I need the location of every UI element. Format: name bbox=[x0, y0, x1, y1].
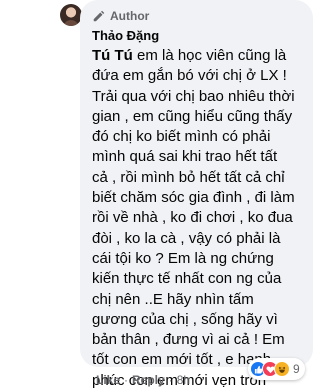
timestamp[interactable]: 8h bbox=[177, 373, 190, 387]
pencil-icon bbox=[93, 10, 105, 22]
comment-actions: Like · Reply · 8h bbox=[96, 373, 190, 387]
haha-icon bbox=[274, 361, 290, 377]
mention-link[interactable]: Tú Tú bbox=[92, 47, 133, 64]
comment-bubble: Author Thảo Đặng Tú Tú em là học viên cũ… bbox=[80, 0, 313, 389]
comment-text: Tú Tú em là học viên cũng là đứa em gắn … bbox=[92, 46, 304, 391]
reply-button[interactable]: Reply bbox=[132, 373, 165, 387]
author-badge: Author bbox=[92, 8, 301, 24]
like-button[interactable]: Like bbox=[96, 373, 120, 387]
author-badge-label: Author bbox=[110, 9, 150, 23]
reactions-summary[interactable]: 9 bbox=[248, 358, 305, 380]
separator: · bbox=[168, 373, 173, 387]
comment-body: em là học viên cũng là đứa em gắn bó với… bbox=[92, 47, 295, 389]
separator: · bbox=[124, 373, 129, 387]
avatar[interactable] bbox=[60, 4, 82, 26]
reaction-count: 9 bbox=[293, 362, 300, 376]
commenter-name[interactable]: Thảo Đặng bbox=[92, 28, 301, 44]
